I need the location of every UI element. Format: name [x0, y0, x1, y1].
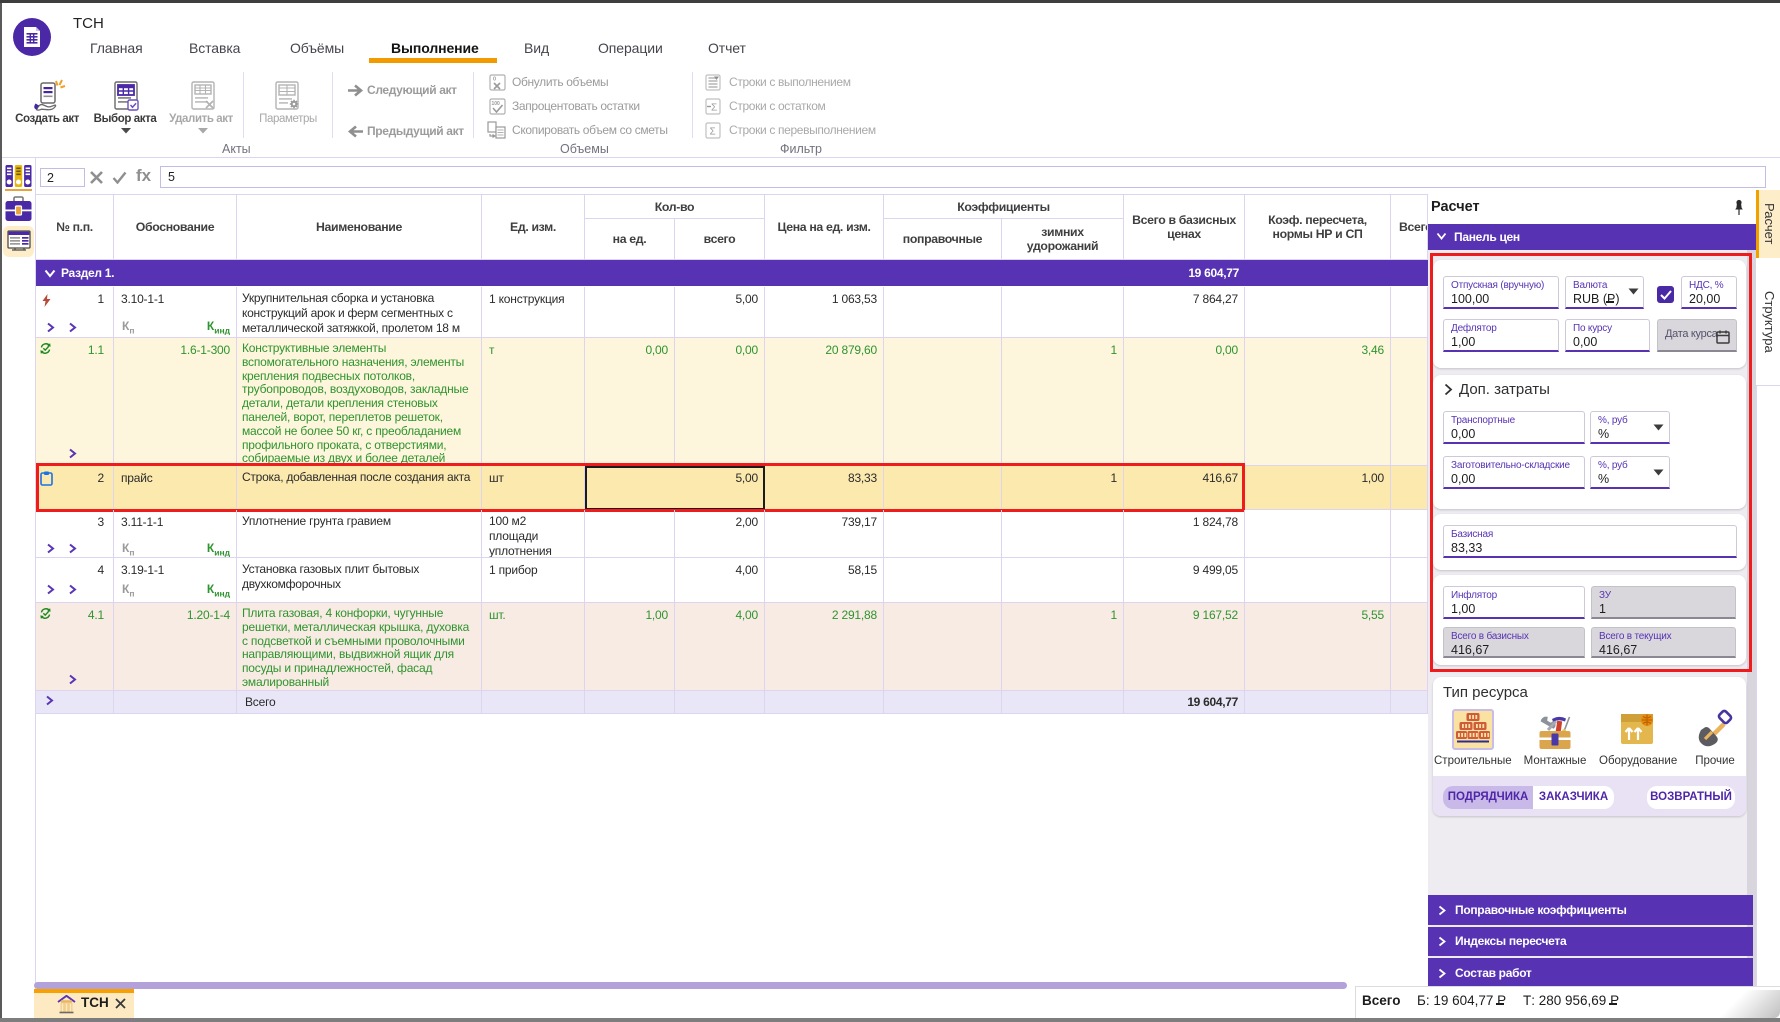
svg-text:Σ: Σ — [710, 127, 716, 138]
svg-text:Σ: Σ — [711, 103, 717, 114]
svg-text:100: 100 — [492, 101, 501, 107]
svg-text:0: 0 — [493, 77, 496, 83]
